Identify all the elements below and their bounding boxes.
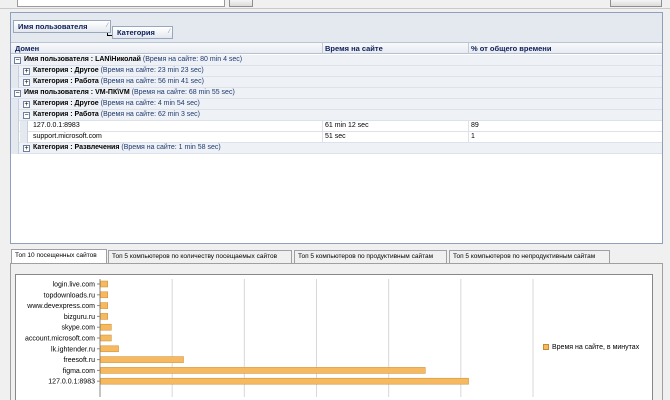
sort-arrow-icon: ⁄ [106, 23, 108, 29]
group-summary: (Время на сайте: 4 min 54 sec) [100, 100, 200, 107]
indent-cell [20, 132, 28, 143]
tab-label: Топ 5 компьютеров по непродуктивным сайт… [453, 253, 596, 260]
cell-percent: 1 [471, 133, 475, 140]
collapse-icon[interactable]: − [14, 57, 21, 64]
indent-cell [11, 143, 19, 154]
group-summary: (Время на сайте: 68 min 55 sec) [131, 89, 235, 96]
table-row[interactable]: 127.0.0.1:8983 61 min 12 sec 89 [11, 121, 662, 132]
top-toolbar [0, 0, 670, 9]
group-row-label: Категория : Работа (Время на сайте: 56 m… [33, 78, 204, 85]
group-name: Категория : Развлечения [33, 144, 120, 151]
group-name: Имя пользователя : LAN\Николай [24, 56, 141, 63]
column-header-time[interactable]: Время на сайте [325, 44, 383, 53]
cell-percent: 89 [471, 122, 479, 129]
column-header-row: Домен Время на сайте % от общего времени [11, 43, 662, 54]
filter-combo[interactable] [17, 0, 225, 7]
group-row-label: Категория : Другое (Время на сайте: 23 m… [33, 67, 204, 74]
group-row-label: Имя пользователя : VM-ПК\VM (Время на са… [24, 89, 235, 96]
chart-legend: Время на сайте, в минутах [543, 344, 639, 351]
group-by-panel: Имя пользователя ⁄ Категория ⁄ [11, 13, 662, 43]
indent-cell [11, 121, 19, 132]
group-row-label: Категория : Работа (Время на сайте: 62 m… [33, 111, 200, 118]
group-row-label: Категория : Другое (Время на сайте: 4 mi… [33, 100, 200, 107]
tab-label: Топ 5 компьютеров по продуктивным сайтам [298, 253, 434, 260]
group-summary: (Время на сайте: 23 min 23 sec) [100, 67, 204, 74]
table-row[interactable]: support.microsoft.com 51 sec 1 [11, 132, 662, 143]
group-row[interactable]: − Имя пользователя : LAN\Николай (Время н… [11, 55, 662, 66]
group-row[interactable]: + Категория : Работа (Время на сайте: 56 … [11, 77, 662, 88]
cell-divider [322, 121, 323, 132]
group-row[interactable]: − Категория : Работа (Время на сайте: 62 … [11, 110, 662, 121]
expand-icon[interactable]: + [23, 101, 30, 108]
group-name: Категория : Другое [33, 67, 99, 74]
group-summary: (Время на сайте: 1 min 58 sec) [121, 144, 221, 151]
indent-cell [11, 66, 19, 77]
group-name: Имя пользователя : VM-ПК\VM [24, 89, 130, 96]
report-grid: Имя пользователя ⁄ Категория ⁄ Домен Вре… [10, 12, 663, 244]
collapse-icon[interactable]: − [23, 112, 30, 119]
legend-label: Время на сайте, в минутах [552, 344, 640, 351]
group-summary: (Время на сайте: 56 min 41 sec) [100, 78, 204, 85]
group-name: Категория : Работа [33, 111, 99, 118]
tab-top10-sites[interactable]: Топ 10 посещенных сайтов [11, 249, 107, 263]
group-summary: (Время на сайте: 62 min 3 sec) [100, 111, 201, 118]
group-chip-label: Категория [117, 28, 155, 37]
group-row-label: Категория : Развлечения (Время на сайте:… [33, 144, 221, 151]
collapse-icon[interactable]: − [14, 90, 21, 97]
group-row-label: Имя пользователя : LAN\Николай (Время на… [24, 56, 242, 63]
group-row[interactable]: + Категория : Другое (Время на сайте: 23 … [11, 66, 662, 77]
indent-cell [20, 121, 28, 132]
tab-label: Топ 5 компьютеров по количеству посещаем… [112, 253, 278, 260]
expand-icon[interactable]: + [23, 68, 30, 75]
chart-area [15, 274, 653, 400]
cell-time: 51 sec [325, 133, 346, 140]
column-header-percent[interactable]: % от общего времени [471, 44, 551, 53]
chart-tabs: Топ 10 посещенных сайтов Топ 5 компьютер… [10, 249, 663, 263]
group-name: Категория : Работа [33, 78, 99, 85]
tab-top5-productive[interactable]: Топ 5 компьютеров по продуктивным сайтам [294, 250, 447, 263]
indent-cell [11, 99, 19, 110]
indent-cell [11, 132, 19, 143]
group-summary: (Время на сайте: 80 min 4 sec) [142, 56, 243, 63]
cell-domain: 127.0.0.1:8983 [33, 122, 80, 129]
cell-divider [468, 121, 469, 132]
column-separator[interactable] [322, 43, 323, 54]
sort-arrow-icon: ⁄ [168, 29, 170, 35]
group-row[interactable]: − Имя пользователя : VM-ПК\VM (Время на с… [11, 88, 662, 99]
toolbar-button-1[interactable] [229, 0, 253, 7]
cell-divider [468, 132, 469, 143]
group-chip-user[interactable]: Имя пользователя ⁄ [13, 20, 111, 33]
tab-top5-by-count[interactable]: Топ 5 компьютеров по количеству посещаем… [108, 250, 292, 263]
indent-cell [11, 77, 19, 88]
legend-swatch [543, 344, 549, 350]
group-chip-category[interactable]: Категория ⁄ [112, 26, 173, 39]
indent-cell [11, 110, 19, 121]
expand-icon[interactable]: + [23, 79, 30, 86]
tab-top5-unproductive[interactable]: Топ 5 компьютеров по непродуктивным сайт… [449, 250, 610, 263]
group-row[interactable]: + Категория : Другое (Время на сайте: 4 m… [11, 99, 662, 110]
group-name: Категория : Другое [33, 100, 99, 107]
group-row[interactable]: + Категория : Развлечения (Время на сайте… [11, 143, 662, 154]
tab-label: Топ 10 посещенных сайтов [15, 252, 97, 259]
column-separator[interactable] [468, 43, 469, 54]
cell-time: 61 min 12 sec [325, 122, 369, 129]
cell-domain: support.microsoft.com [33, 133, 102, 140]
column-header-domain[interactable]: Домен [15, 44, 39, 53]
expand-icon[interactable]: + [23, 145, 30, 152]
toolbar-button-2[interactable] [610, 0, 662, 7]
group-chip-label: Имя пользователя [18, 22, 88, 31]
cell-divider [322, 132, 323, 143]
